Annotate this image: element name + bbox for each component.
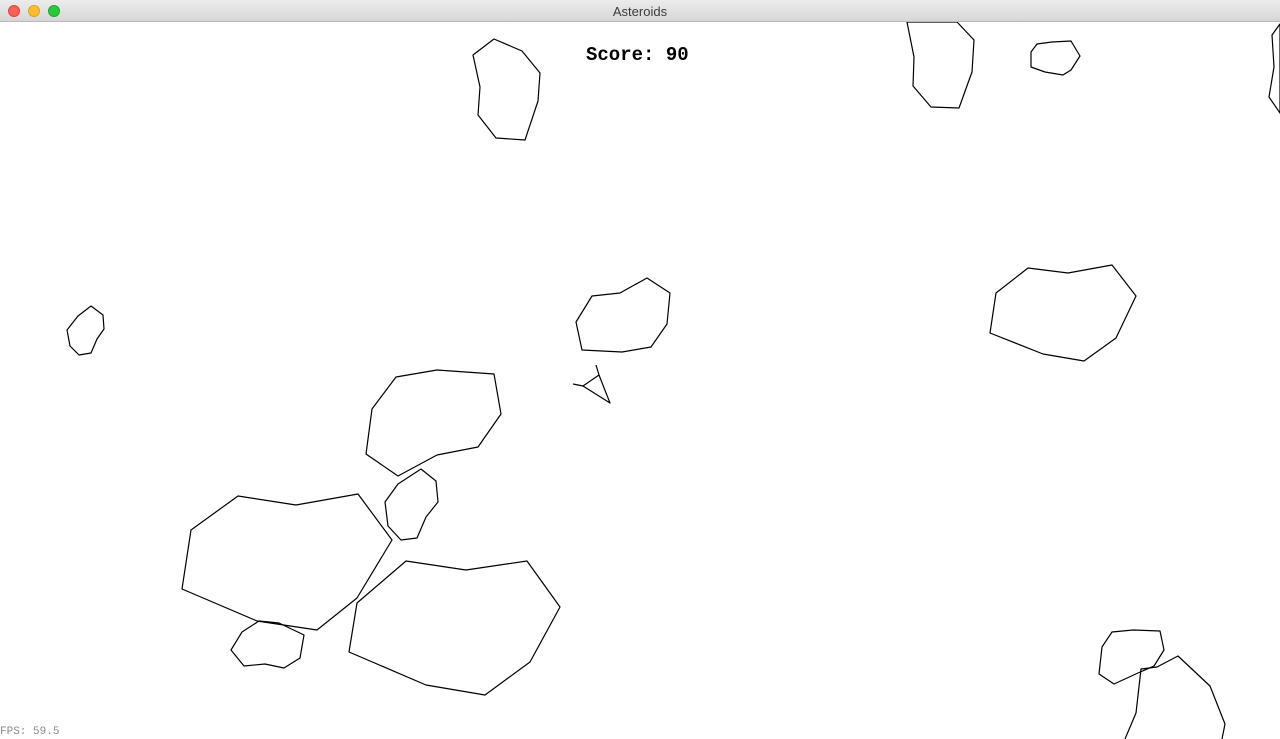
title-bar[interactable]: Asteroids bbox=[0, 0, 1280, 22]
asteroid bbox=[1124, 655, 1226, 739]
asteroid bbox=[472, 38, 541, 141]
asteroid bbox=[989, 264, 1137, 362]
game-canvas[interactable] bbox=[0, 22, 1280, 739]
asteroid bbox=[906, 22, 975, 109]
window-title: Asteroids bbox=[612, 4, 668, 19]
player-ship bbox=[582, 374, 611, 404]
asteroid bbox=[230, 620, 305, 669]
asteroid bbox=[181, 493, 393, 631]
asteroid bbox=[384, 468, 439, 541]
asteroid bbox=[66, 305, 105, 356]
player-ship-wing bbox=[595, 364, 600, 376]
score-label: Score: bbox=[586, 44, 655, 66]
asteroid bbox=[1098, 629, 1165, 685]
fps-value: 59.5 bbox=[33, 726, 60, 738]
fps-label: FPS: bbox=[0, 726, 27, 738]
asteroid bbox=[575, 277, 671, 353]
asteroid bbox=[1030, 40, 1081, 76]
player-ship-wing bbox=[572, 383, 584, 387]
fps-counter: FPS: 59.5 bbox=[0, 726, 59, 738]
asteroid bbox=[1268, 23, 1280, 114]
score-value: 90 bbox=[665, 44, 689, 66]
asteroid bbox=[348, 560, 561, 696]
asteroid bbox=[365, 369, 502, 477]
game-window: Asteroids Score: 90 FPS: 59.5 bbox=[0, 0, 1280, 739]
score-display: Score: 90 bbox=[586, 44, 689, 66]
game-scene bbox=[66, 22, 1280, 739]
